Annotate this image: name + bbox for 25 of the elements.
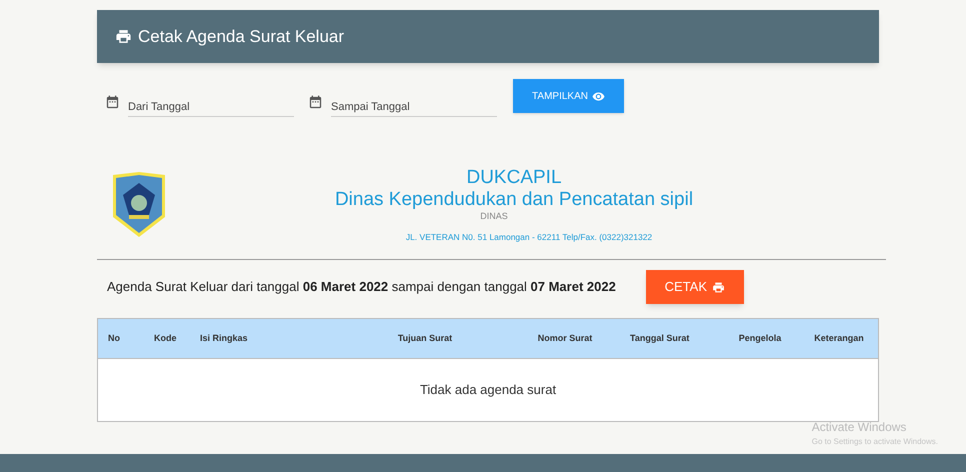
column-header: Tujuan Surat [396, 332, 454, 345]
printer-icon [712, 280, 725, 294]
column-header: Isi Ringkas [200, 332, 249, 345]
column-header: Nomor Surat [536, 332, 594, 345]
printer-icon [115, 28, 132, 45]
column-header: Tanggal Surat [630, 332, 690, 345]
agency-address: JL. VETERAN N0. 51 Lamongan - 62211 Telp/Fax. (0322)321322 [406, 230, 652, 244]
column-header: Keterangan [813, 332, 865, 345]
empty-message: Tidak ada agenda surat [420, 381, 556, 400]
page-title: Cetak Agenda Surat Keluar [138, 26, 344, 48]
column-header: No [108, 332, 121, 345]
column-header: Pengelola [738, 332, 782, 345]
date-field[interactable]: Dari Tanggal [128, 89, 294, 117]
show-button[interactable]: TAMPILKAN [513, 79, 624, 113]
calendar-icon [105, 95, 120, 110]
summary-text: Agenda Surat Keluar dari tanggal 06 Maret 2022 sampai dengan tanggal 07 Maret 2022 [107, 278, 616, 296]
org-name: DUKCAPIL [466, 166, 562, 189]
calendar-icon [308, 95, 323, 110]
date-field[interactable]: Sampai Tanggal [331, 89, 497, 117]
agency-name: Dinas Kependudukan dan Pencatatan sipil [334, 188, 694, 211]
activation-title: Activate Windows [812, 419, 908, 436]
eye-icon [592, 90, 605, 102]
column-header: Kode [154, 332, 178, 345]
print-button[interactable]: CETAK [646, 270, 744, 304]
agency-subtitle: DINAS [480, 210, 508, 221]
